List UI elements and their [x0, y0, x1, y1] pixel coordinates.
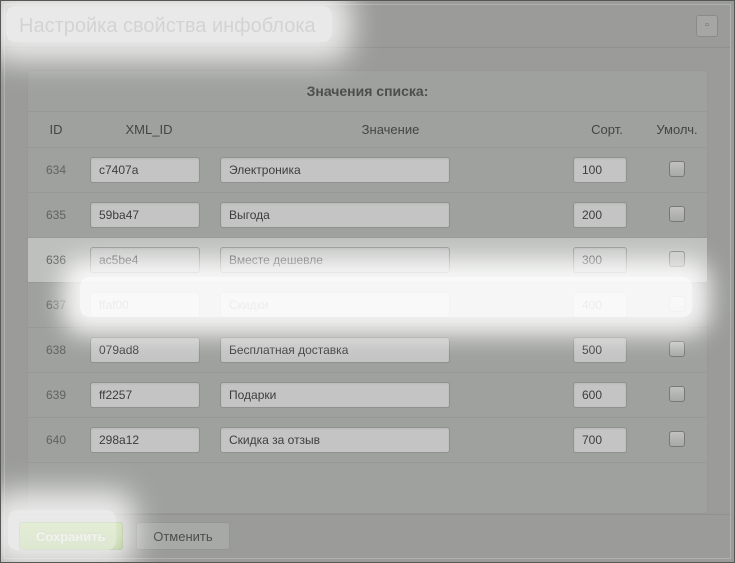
xml-id-input[interactable] — [90, 247, 200, 273]
list-values-table: ID XML_ID Значение Сорт. Умолч. 63463563… — [28, 112, 707, 463]
cell-xml-id — [84, 418, 214, 463]
table-row: 640 — [28, 418, 707, 463]
cell-xml-id — [84, 328, 214, 373]
cell-default — [647, 328, 707, 373]
xml-id-input[interactable] — [90, 337, 200, 363]
default-checkbox[interactable] — [669, 296, 685, 312]
col-header-value: Значение — [214, 112, 567, 148]
cell-default — [647, 418, 707, 463]
window-restore-icon[interactable]: ▫ — [696, 15, 718, 37]
cell-sort — [567, 148, 647, 193]
cell-xml-id — [84, 193, 214, 238]
cell-value — [214, 418, 567, 463]
cell-id: 639 — [28, 373, 84, 418]
col-header-sort: Сорт. — [567, 112, 647, 148]
cell-sort — [567, 373, 647, 418]
cell-default — [647, 193, 707, 238]
cell-sort — [567, 283, 647, 328]
xml-id-input[interactable] — [90, 157, 200, 183]
cell-value — [214, 328, 567, 373]
default-checkbox[interactable] — [669, 431, 685, 447]
sort-input[interactable] — [573, 292, 627, 318]
cell-id: 636 — [28, 238, 84, 283]
cell-sort — [567, 418, 647, 463]
cell-sort — [567, 193, 647, 238]
table-row: 638 — [28, 328, 707, 373]
cell-sort — [567, 238, 647, 283]
cell-default — [647, 373, 707, 418]
xml-id-input[interactable] — [90, 427, 200, 453]
col-header-id: ID — [28, 112, 84, 148]
cell-id: 638 — [28, 328, 84, 373]
cell-value — [214, 148, 567, 193]
cell-value — [214, 238, 567, 283]
sort-input[interactable] — [573, 157, 627, 183]
cell-sort — [567, 328, 647, 373]
save-button[interactable]: Сохранить — [19, 522, 123, 550]
col-header-xml-id: XML_ID — [84, 112, 214, 148]
value-input[interactable] — [220, 382, 450, 408]
xml-id-input[interactable] — [90, 382, 200, 408]
cell-xml-id — [84, 148, 214, 193]
cell-id: 634 — [28, 148, 84, 193]
value-input[interactable] — [220, 247, 450, 273]
xml-id-input[interactable] — [90, 292, 200, 318]
sort-input[interactable] — [573, 382, 627, 408]
value-input[interactable] — [220, 292, 450, 318]
default-checkbox[interactable] — [669, 251, 685, 267]
table-row: 639 — [28, 373, 707, 418]
cell-default — [647, 283, 707, 328]
cancel-button[interactable]: Отменить — [136, 522, 229, 550]
cell-value — [214, 193, 567, 238]
table-row: 635 — [28, 193, 707, 238]
table-row: 637 — [28, 283, 707, 328]
sort-input[interactable] — [573, 247, 627, 273]
cell-xml-id — [84, 373, 214, 418]
cell-default — [647, 238, 707, 283]
cell-xml-id — [84, 238, 214, 283]
list-values-panel: Значения списка: ID XML_ID Значение Сорт… — [27, 70, 708, 514]
table-row: 634 — [28, 148, 707, 193]
sort-input[interactable] — [573, 427, 627, 453]
value-input[interactable] — [220, 157, 450, 183]
dialog-content: Значения списка: ID XML_ID Значение Сорт… — [5, 48, 730, 514]
dialog-title: Настройка свойства инфоблока — [19, 5, 316, 48]
xml-id-input[interactable] — [90, 202, 200, 228]
default-checkbox[interactable] — [669, 161, 685, 177]
sort-input[interactable] — [573, 337, 627, 363]
cell-xml-id — [84, 283, 214, 328]
panel-header: Значения списка: — [28, 71, 707, 112]
dialog-window: Настройка свойства инфоблока ▫ Значения … — [4, 4, 731, 559]
table-row: 636 — [28, 238, 707, 283]
cell-id: 635 — [28, 193, 84, 238]
sort-input[interactable] — [573, 202, 627, 228]
cell-id: 640 — [28, 418, 84, 463]
cell-value — [214, 283, 567, 328]
value-input[interactable] — [220, 337, 450, 363]
dialog-titlebar: Настройка свойства инфоблока ▫ — [5, 5, 730, 48]
col-header-default: Умолч. — [647, 112, 707, 148]
default-checkbox[interactable] — [669, 206, 685, 222]
default-checkbox[interactable] — [669, 386, 685, 402]
cell-id: 637 — [28, 283, 84, 328]
dialog-footer: Сохранить Отменить — [5, 514, 730, 558]
value-input[interactable] — [220, 427, 450, 453]
cell-default — [647, 148, 707, 193]
default-checkbox[interactable] — [669, 341, 685, 357]
value-input[interactable] — [220, 202, 450, 228]
cell-value — [214, 373, 567, 418]
